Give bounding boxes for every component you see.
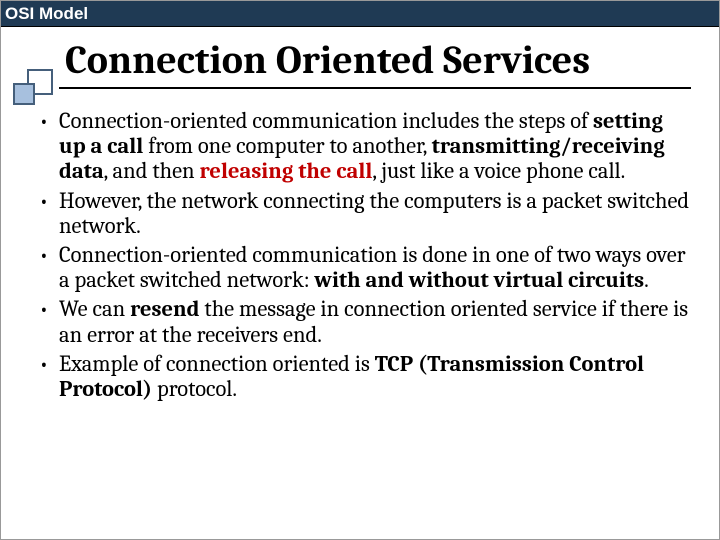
text: Connection-oriented communication includ… (59, 108, 593, 134)
list-item: Connection-oriented communication is don… (37, 243, 691, 293)
title-area: Connection Oriented Services (1, 37, 719, 89)
square-front (13, 83, 35, 105)
highlight-text: releasing the call (200, 158, 373, 184)
text: , just like a voice phone call. (372, 158, 625, 184)
list-item: Connection-oriented communication includ… (37, 109, 691, 185)
list-item: We can resend the message in connection … (37, 297, 691, 347)
text: from one computer to another, (143, 133, 431, 159)
text: , and then (104, 158, 200, 184)
text: However, the network connecting the comp… (59, 188, 689, 239)
slide-title: Connection Oriented Services (1, 37, 719, 83)
slide: OSI Model Connection Oriented Services C… (0, 0, 720, 540)
list-item: Example of connection oriented is TCP (T… (37, 352, 691, 402)
bold-text: resend (130, 296, 199, 322)
text: We can (59, 296, 130, 322)
title-underline (59, 87, 691, 89)
header-bar: OSI Model (1, 1, 719, 27)
content-area: Connection-oriented communication includ… (1, 89, 719, 402)
bold-text: with and without virtual circuits (314, 267, 644, 293)
bullet-list: Connection-oriented communication includ… (37, 109, 691, 402)
header-title: OSI Model (5, 4, 88, 24)
text: . (644, 267, 649, 293)
text: protocol. (152, 376, 237, 402)
text: Example of connection oriented is (59, 351, 375, 377)
list-item: However, the network connecting the comp… (37, 189, 691, 239)
